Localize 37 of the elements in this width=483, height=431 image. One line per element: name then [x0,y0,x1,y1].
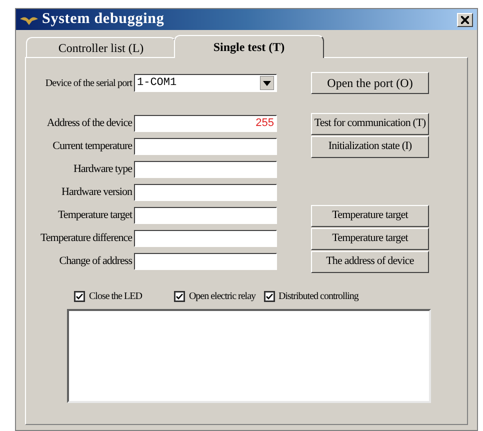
checkbox[interactable] [264,290,275,302]
action-button[interactable]: Temperature target [311,228,429,250]
window-title: System debugging [42,10,164,30]
field-label: Hardware version [60,185,134,200]
serial-port-dropdown[interactable]: 1-COM1 [134,74,277,92]
tab[interactable]: Controller list (L) [26,37,176,57]
bird-icon [20,14,38,24]
field-label: Current temperature [52,139,134,154]
input-field[interactable] [134,253,277,270]
action-button[interactable]: Temperature target [311,204,429,226]
close-button[interactable] [457,12,473,26]
output-text-area[interactable] [67,309,431,403]
checkbox-label: Close the LED [89,290,142,304]
checkbox-label: Distributed controlling [278,290,358,304]
action-button[interactable]: The address of device [311,250,429,272]
checkbox-label: Open electric relay [188,290,256,304]
field-label: Device of the serial port [44,76,134,90]
dropdown-arrow-icon [260,76,274,90]
field-label: Temperature difference [39,231,134,246]
tab[interactable]: Single test (T) [174,35,324,58]
field-label: Change of address [58,254,134,270]
dropdown-value: 1-COM1 [136,76,178,91]
input-field[interactable] [134,230,277,247]
field-label: Hardware type [72,162,134,178]
field-label: Address of the device [46,116,134,132]
input-field[interactable]: 255 [134,115,277,132]
field-label: Temperature target [56,208,134,224]
input-field[interactable] [134,207,277,224]
open-port-button[interactable]: Open the port (O) [311,72,429,94]
input-field[interactable] [134,161,277,178]
checkbox[interactable] [174,290,185,302]
input-field[interactable] [134,138,277,155]
input-field[interactable] [134,184,277,201]
close-icon [461,16,469,24]
action-button[interactable]: Initialization state (I) [311,136,429,158]
action-button[interactable]: Test for communication (T) [311,112,429,134]
checkbox[interactable] [74,290,85,302]
